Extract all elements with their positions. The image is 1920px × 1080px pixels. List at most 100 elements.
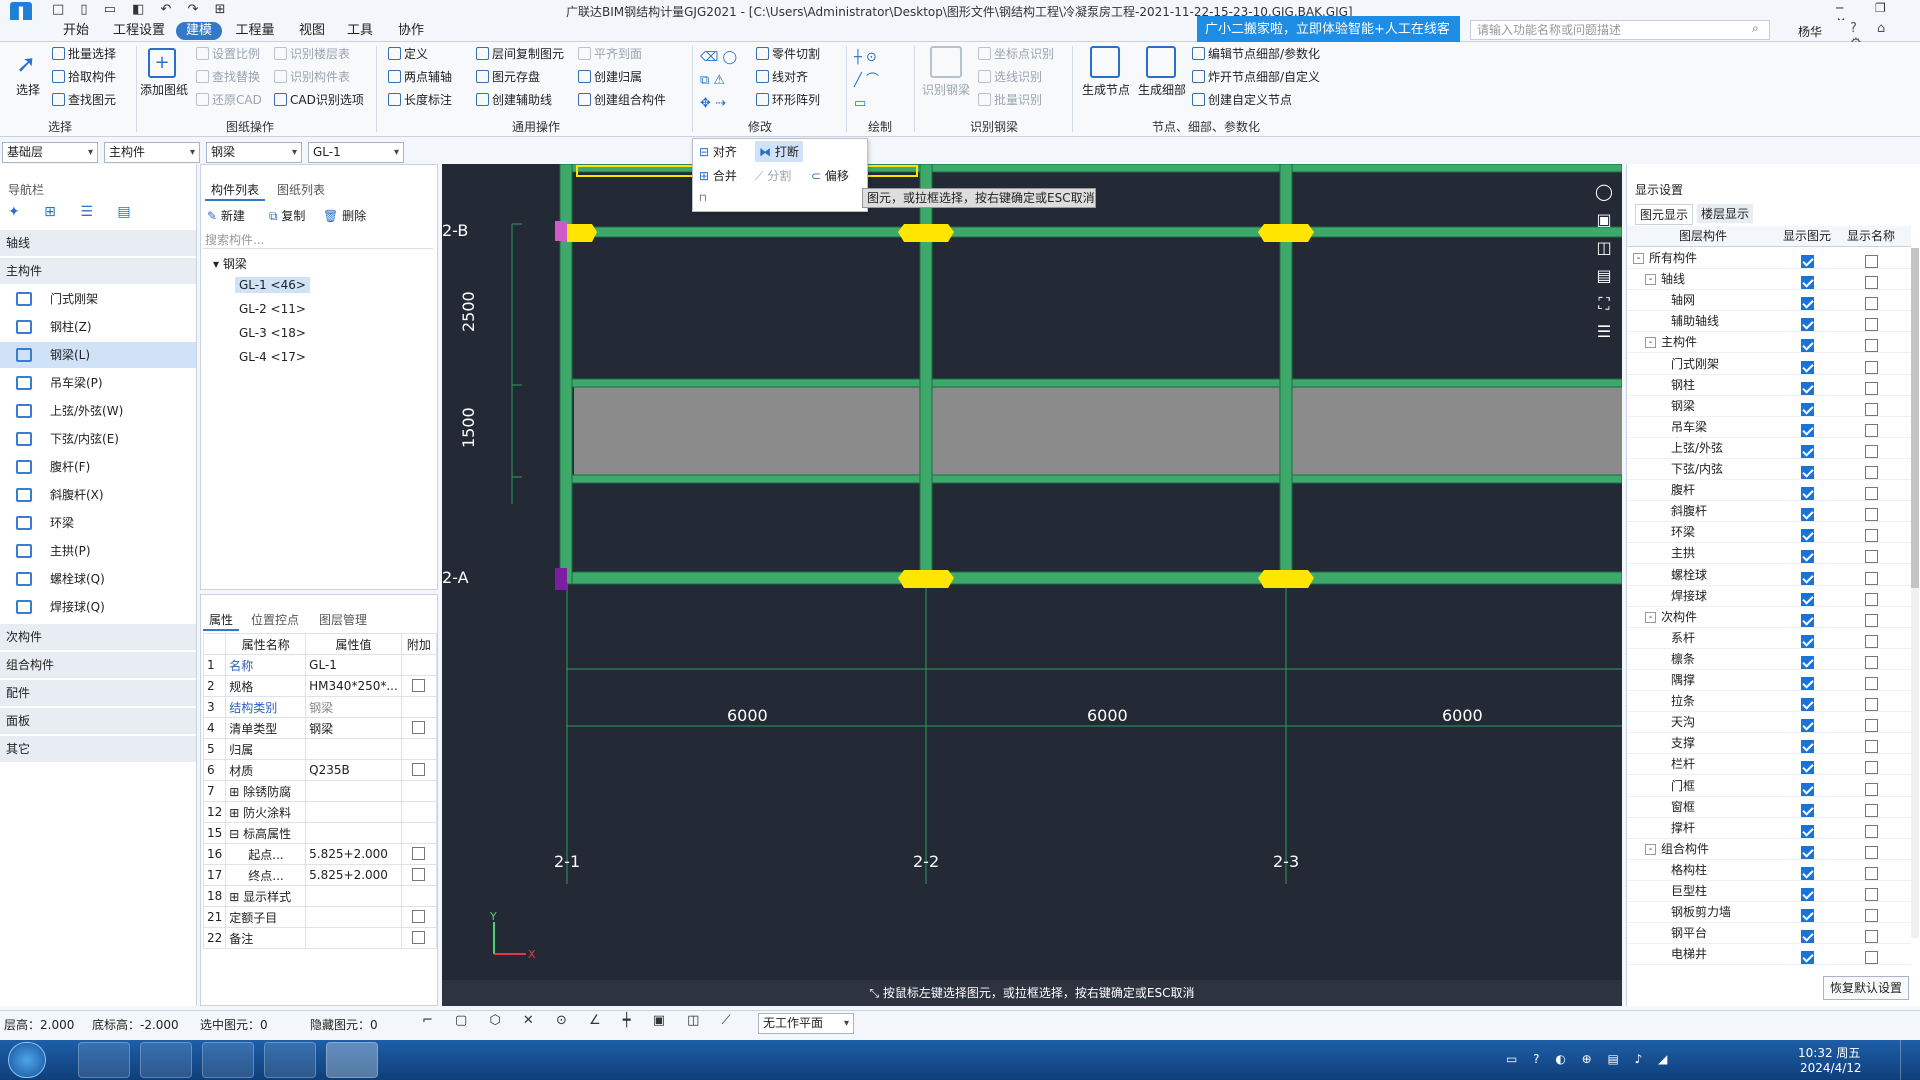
show-name-checkbox[interactable]	[1865, 930, 1878, 944]
show-element-checkbox[interactable]	[1801, 339, 1814, 353]
show-element-checkbox[interactable]	[1801, 866, 1814, 880]
create-custom-node-button[interactable]: 创建自定义节点	[1192, 92, 1292, 108]
property-row[interactable]: 15 ⊟ 标高属性	[202, 822, 438, 844]
extra-checkbox[interactable]	[412, 910, 426, 923]
display-row[interactable]: - 组合构件	[1627, 839, 1911, 860]
select-button[interactable]: 选择	[16, 82, 40, 98]
show-element-checkbox[interactable]	[1801, 276, 1814, 290]
property-value[interactable]	[305, 885, 402, 907]
property-value[interactable]: 5.825+2.000	[305, 864, 402, 886]
offset-button[interactable]: ⊂ 偏移	[811, 167, 849, 184]
show-element-checkbox[interactable]	[1801, 761, 1814, 775]
show-element-checkbox[interactable]	[1801, 698, 1814, 712]
property-row[interactable]: 16 起点... 5.825+2.000	[202, 843, 438, 865]
view-toolbar[interactable]: ◯ ▣ ◫ ▤ ⛶ ☰	[1590, 178, 1618, 348]
expand-toggle-icon[interactable]: ⊟	[229, 827, 243, 841]
property-row[interactable]: 2 规格 HM340*250*...	[202, 675, 438, 697]
nav-item-main-arch[interactable]: 主拱(P)	[0, 538, 196, 564]
tree-toggle-icon[interactable]: -	[1645, 843, 1656, 855]
show-name-checkbox[interactable]	[1865, 339, 1878, 353]
quick-access-toolbar[interactable]: □ ▯ ▭ ◧ ↶ ↷ ⊞	[52, 2, 231, 17]
display-row[interactable]: 主拱	[1627, 543, 1911, 565]
show-name-checkbox[interactable]	[1865, 571, 1878, 585]
clock-date[interactable]: 2024/4/12	[1800, 1061, 1862, 1075]
show-element-checkbox[interactable]	[1801, 550, 1814, 564]
show-element-checkbox[interactable]	[1801, 592, 1814, 606]
nav-item-weld-ball[interactable]: 焊接球(Q)	[0, 594, 196, 620]
show-name-checkbox[interactable]	[1865, 466, 1878, 479]
beam-mid1[interactable]	[559, 378, 1622, 388]
explode-node-button[interactable]: 炸开节点细部/自定义	[1192, 69, 1320, 85]
recognize-beam-button[interactable]: 识别钢梁	[922, 82, 970, 98]
property-value[interactable]: GL-1	[305, 654, 402, 676]
line-align-button[interactable]: 线对齐	[756, 69, 808, 85]
support-tip-banner[interactable]: 广小二搬家啦，立即体验智能+人工在线客服	[1197, 16, 1460, 65]
tab-properties[interactable]: 属性	[203, 609, 240, 631]
generate-detail-button[interactable]: 生成细部	[1138, 82, 1186, 98]
extra-checkbox[interactable]	[412, 931, 426, 944]
show-name-checkbox[interactable]	[1865, 782, 1878, 796]
show-name-checkbox[interactable]	[1865, 824, 1878, 838]
display-row[interactable]: 隅撑	[1627, 670, 1911, 691]
display-row[interactable]: 上弦/外弦	[1627, 438, 1911, 459]
nav-group-axis[interactable]: 轴线	[0, 230, 196, 256]
save-elements-button[interactable]: 图元存盘	[476, 69, 540, 85]
modify-tools-icons[interactable]: ⌫ ◯ ⧉ ⚠ ✥ ⇢	[700, 46, 740, 115]
popup-pin-icon[interactable]: ⊓	[699, 193, 707, 204]
add-drawing-icon[interactable]: +	[148, 48, 176, 78]
taskbar-app-gjg[interactable]	[326, 1042, 378, 1078]
show-name-checkbox[interactable]	[1865, 529, 1878, 543]
taskbar-app-preview[interactable]	[202, 1042, 254, 1078]
nav-item-crane-beam[interactable]: 吊车梁(P)	[0, 370, 196, 396]
clock-time[interactable]: 10:32 周五	[1798, 1044, 1860, 1061]
show-element-checkbox[interactable]	[1801, 888, 1814, 901]
align-to-face-button[interactable]: 平齐到面	[578, 46, 642, 62]
column-base-2b[interactable]	[555, 221, 567, 241]
show-element-checkbox[interactable]	[1801, 423, 1814, 437]
show-element-checkbox[interactable]	[1801, 381, 1814, 395]
beam-2a[interactable]	[559, 571, 1622, 585]
show-name-checkbox[interactable]	[1865, 318, 1878, 332]
show-name-checkbox[interactable]	[1865, 866, 1878, 880]
property-row[interactable]: 4 清单类型 钢梁	[202, 717, 438, 739]
show-element-checkbox[interactable]	[1801, 909, 1814, 923]
category-select[interactable]: 主构件	[104, 142, 200, 163]
generate-detail-icon[interactable]	[1146, 46, 1176, 78]
coordinate-recognize-button[interactable]: 坐标点识别	[978, 46, 1054, 62]
ring-array-button[interactable]: 环形阵列	[756, 92, 820, 108]
display-row[interactable]: - 主构件	[1627, 332, 1911, 354]
show-name-checkbox[interactable]	[1865, 276, 1878, 290]
recognize-component-table-button[interactable]: 识别构件表	[274, 69, 350, 85]
pick-component-button[interactable]: 拾取构件	[52, 69, 116, 85]
property-value[interactable]	[305, 822, 402, 844]
batch-select-button[interactable]: 批量选择	[52, 46, 116, 62]
display-row[interactable]: 撑杆	[1627, 818, 1911, 839]
node[interactable]	[898, 224, 954, 242]
steel-beams[interactable]	[559, 164, 1622, 585]
tab-position-points[interactable]: 位置控点	[245, 609, 305, 631]
start-button-icon[interactable]	[8, 1042, 46, 1078]
nav-item-portal-frame[interactable]: 门式刚架	[0, 286, 196, 312]
node[interactable]	[1258, 570, 1314, 588]
property-value[interactable]	[305, 738, 402, 760]
property-value[interactable]	[305, 801, 402, 823]
display-row[interactable]: - 所有构件	[1627, 248, 1911, 269]
property-row[interactable]: 7 ⊞ 除锈防腐	[202, 780, 438, 802]
show-name-checkbox[interactable]	[1865, 803, 1878, 817]
nav-group-secondary[interactable]: 次构件	[0, 624, 196, 650]
nav-group-accessories[interactable]: 配件	[0, 680, 196, 706]
show-element-checkbox[interactable]	[1801, 318, 1814, 332]
delete-component-button[interactable]: 🗑 删除	[323, 207, 366, 224]
copy-component-button[interactable]: ⧉ 复制	[269, 207, 305, 224]
create-aux-line-button[interactable]: 创建辅助线	[476, 92, 552, 108]
show-element-checkbox[interactable]	[1801, 634, 1814, 648]
show-element-checkbox[interactable]	[1801, 803, 1814, 817]
taskbar-app-glodon[interactable]	[140, 1042, 192, 1078]
property-value[interactable]	[305, 780, 402, 802]
display-row[interactable]: 钢柱	[1627, 375, 1911, 396]
show-name-checkbox[interactable]	[1865, 634, 1878, 648]
merge-button[interactable]: ⊞ 合并	[699, 167, 737, 184]
tree-toggle-icon[interactable]: -	[1645, 337, 1656, 349]
show-name-checkbox[interactable]	[1865, 360, 1878, 374]
search-icon[interactable]: ⌕	[1752, 21, 1759, 36]
